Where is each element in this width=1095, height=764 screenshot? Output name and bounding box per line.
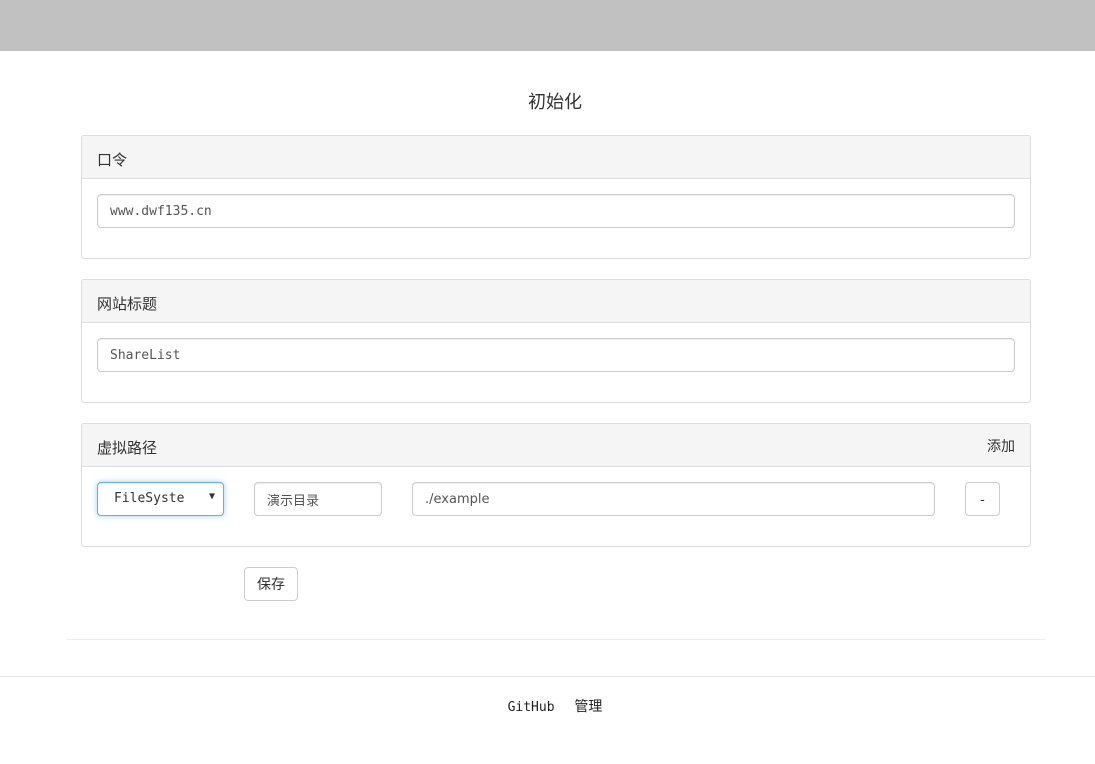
- token-panel-heading: 口令: [82, 136, 1030, 179]
- virtual-path-panel-heading: 虚拟路径 添加: [82, 424, 1030, 467]
- footer-divider: [0, 676, 1095, 677]
- save-button[interactable]: 保存: [244, 567, 298, 601]
- token-input[interactable]: [97, 194, 1015, 228]
- remove-path-button[interactable]: -: [965, 482, 1000, 516]
- footer: GitHub 管理: [0, 696, 1095, 716]
- token-panel: 口令: [81, 135, 1031, 259]
- path-location-input[interactable]: [412, 482, 935, 516]
- content-divider: [66, 639, 1046, 640]
- token-label: 口令: [97, 152, 128, 169]
- path-type-select[interactable]: FileSyste ▼: [97, 482, 224, 516]
- path-type-value: FileSyste: [114, 491, 185, 506]
- add-path-button[interactable]: 添加: [987, 436, 1015, 456]
- caret-down-icon: ▼: [208, 491, 215, 502]
- virtual-path-label: 虚拟路径: [97, 440, 158, 457]
- page-title: 初始化: [528, 92, 582, 112]
- site-title-input[interactable]: [97, 338, 1015, 372]
- top-bar: [0, 0, 1095, 51]
- admin-link[interactable]: 管理: [574, 698, 602, 714]
- github-link[interactable]: GitHub: [508, 700, 555, 715]
- path-name-input[interactable]: [254, 482, 382, 516]
- virtual-path-panel: 虚拟路径 添加 FileSyste ▼ -: [81, 423, 1031, 547]
- site-title-panel: 网站标题: [81, 279, 1031, 403]
- site-title-panel-heading: 网站标题: [82, 280, 1030, 323]
- site-title-label: 网站标题: [97, 296, 158, 313]
